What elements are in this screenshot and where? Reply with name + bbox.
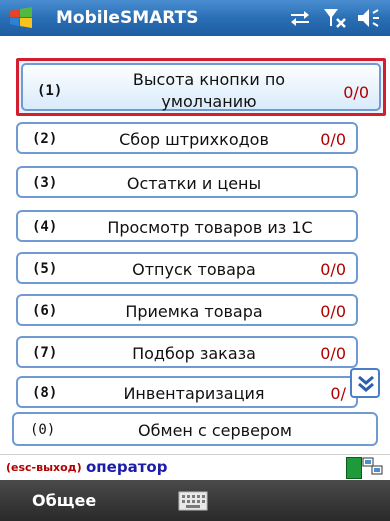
chevron-double-down-icon xyxy=(358,375,374,392)
menu-item-6[interactable]: (6) Приемка товара 0/0 xyxy=(16,294,358,326)
title-bar: MobileSMARTS xyxy=(0,0,390,36)
menu-item-count: 0/0 xyxy=(343,83,369,102)
menu-item-label: Подбор заказа xyxy=(132,344,256,363)
connectivity-icon[interactable] xyxy=(288,6,312,30)
menu-item-number: (7) xyxy=(32,345,58,361)
operator-name: оператор xyxy=(86,458,168,476)
main-menu: (1) Высота кнопки по умолчанию 0/0 (2) С… xyxy=(0,36,390,454)
menu-item-number: (8) xyxy=(32,385,58,401)
menu-item-label: Высота кнопки по умолчанию xyxy=(132,70,286,111)
menu-item-7[interactable]: (7) Подбор заказа 0/0 xyxy=(16,336,358,368)
esc-hint: (esc-выход) xyxy=(6,461,82,474)
menu-item-number: (2) xyxy=(32,131,58,147)
exchange-with-server-button[interactable]: (0) Обмен с сервером xyxy=(12,412,378,446)
menu-item-count: 0/0 xyxy=(320,260,346,279)
menu-item-number: (5) xyxy=(32,261,58,277)
menu-item-2[interactable]: (2) Сбор штрихкодов 0/0 xyxy=(16,122,358,154)
app-title: MobileSMARTS xyxy=(56,8,199,28)
exchange-label: Обмен с сервером xyxy=(138,421,292,440)
signal-off-icon[interactable] xyxy=(322,6,348,30)
left-softkey[interactable]: Общее xyxy=(32,491,96,510)
menu-item-number: (4) xyxy=(32,219,58,235)
menu-item-label: Отпуск товара xyxy=(132,260,256,279)
exchange-number: (0) xyxy=(30,422,56,438)
menu-item-label: Просмотр товаров из 1С xyxy=(107,218,313,237)
menu-item-label: Сбор штрихкодов xyxy=(119,130,269,149)
battery-icon xyxy=(346,457,362,479)
status-line: (esc-выход) оператор xyxy=(0,454,390,481)
menu-item-count: 0/0 xyxy=(320,130,346,149)
menu-item-count: 0/ xyxy=(330,384,346,403)
menu-item-count: 0/0 xyxy=(320,302,346,321)
menu-item-label: Остатки и цены xyxy=(126,174,262,193)
menu-item-4[interactable]: (4) Просмотр товаров из 1С xyxy=(16,210,358,242)
softkey-bar: Общее xyxy=(0,480,390,521)
menu-item-label: Приемка товара xyxy=(125,302,263,321)
menu-item-number: (6) xyxy=(32,303,58,319)
network-computer-icon xyxy=(362,457,383,475)
status-icons xyxy=(288,6,384,30)
keyboard-icon[interactable] xyxy=(178,491,208,511)
menu-item-8[interactable]: (8) Инвентаризация 0/ xyxy=(16,376,358,408)
windows-flag-icon[interactable] xyxy=(8,5,34,31)
menu-item-number: (1) xyxy=(37,83,63,99)
menu-item-label: Инвентаризация xyxy=(123,384,265,403)
menu-item-1[interactable]: (1) Высота кнопки по умолчанию 0/0 xyxy=(16,58,386,116)
menu-item-count: 0/0 xyxy=(320,344,346,363)
menu-item-number: (3) xyxy=(32,175,58,191)
scroll-down-button[interactable] xyxy=(350,368,380,398)
menu-item-5[interactable]: (5) Отпуск товара 0/0 xyxy=(16,252,358,284)
volume-icon[interactable] xyxy=(356,6,382,30)
menu-item-3[interactable]: (3) Остатки и цены xyxy=(16,166,358,198)
